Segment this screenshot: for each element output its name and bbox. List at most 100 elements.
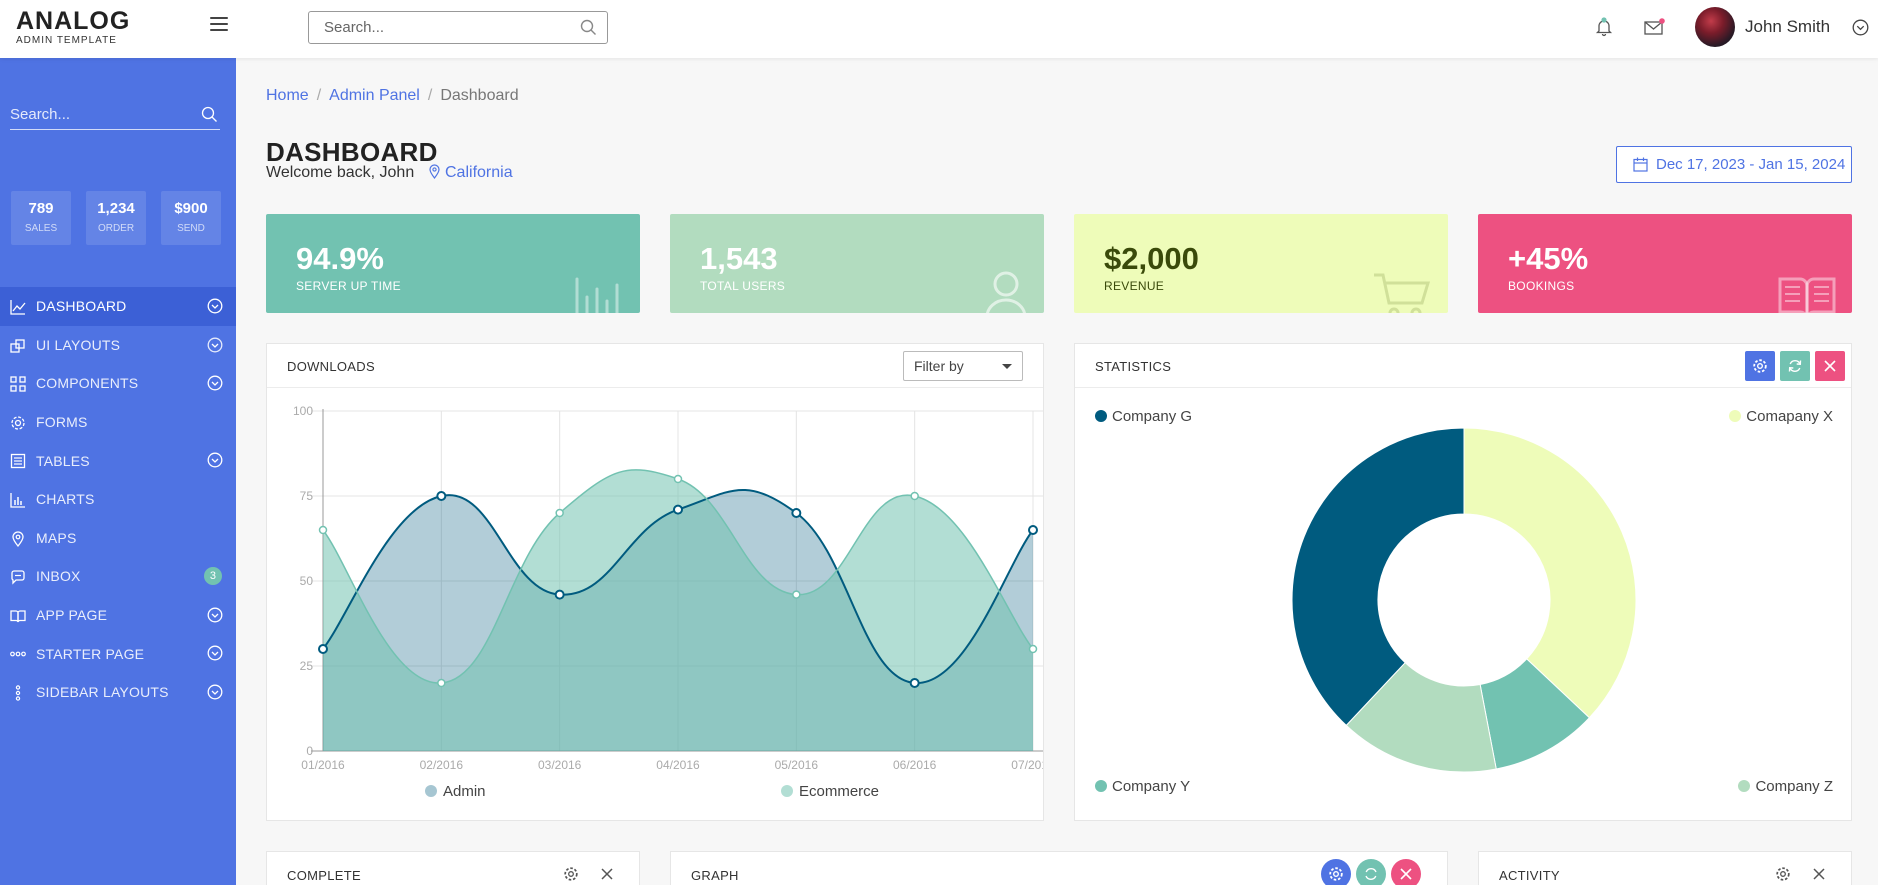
gear-icon[interactable] xyxy=(1775,866,1791,882)
sidebar-item-forms[interactable]: FORMS xyxy=(0,403,236,442)
legend-label[interactable]: Ecommerce xyxy=(799,783,879,800)
chevron-down-icon[interactable] xyxy=(207,337,223,353)
brand-logo[interactable]: ANALOG ADMIN TEMPLATE xyxy=(16,8,130,46)
location-link[interactable]: California xyxy=(428,164,513,182)
kpi-bookings[interactable]: +45% BOOKINGS xyxy=(1478,214,1852,313)
sidebar-item-sidebar-layouts[interactable]: SIDEBAR LAYOUTS xyxy=(0,673,236,712)
sidebar-item-charts[interactable]: CHARTS xyxy=(0,480,236,519)
y-tick-label: 25 xyxy=(300,659,314,673)
breadcrumb-home[interactable]: Home xyxy=(266,87,309,104)
card-header: DOWNLOADS Filter by xyxy=(267,344,1043,388)
sidebar-item-label: FORMS xyxy=(36,414,88,431)
refresh-button[interactable] xyxy=(1780,351,1810,381)
close-icon xyxy=(1824,360,1836,372)
data-point-ecommerce[interactable] xyxy=(792,590,801,599)
legend-label[interactable]: Admin xyxy=(443,783,486,800)
chevron-down-icon[interactable] xyxy=(207,607,223,623)
kpi-label: SERVER UP TIME xyxy=(296,279,401,293)
sidebar-item-maps[interactable]: MAPS xyxy=(0,519,236,558)
gear-icon xyxy=(11,416,25,430)
sidebar-item-label: UI LAYOUTS xyxy=(36,336,121,353)
close-icon[interactable] xyxy=(1813,868,1825,880)
data-point-admin[interactable] xyxy=(791,508,802,518)
sidebar-item-label: TABLES xyxy=(36,452,90,469)
header-search xyxy=(308,11,608,44)
sidebar-stats: 789 SALES 1,234 ORDER $900 SEND xyxy=(11,191,221,245)
data-point-admin[interactable] xyxy=(673,504,683,515)
filter-by-select[interactable]: Filter by xyxy=(903,351,1023,381)
statistics-card: STATISTICS Company G Comapany X Company … xyxy=(1074,343,1852,821)
legend-swatch xyxy=(425,785,437,797)
sidebar-item-label: COMPONENTS xyxy=(36,375,139,392)
data-point-admin[interactable] xyxy=(909,678,920,688)
gear-icon[interactable] xyxy=(563,866,579,882)
sidebar-item-app-page[interactable]: APP PAGE xyxy=(0,596,236,635)
data-point-admin[interactable] xyxy=(554,589,565,600)
chevron-down-icon[interactable] xyxy=(207,684,223,700)
data-point-admin[interactable] xyxy=(436,491,447,501)
data-point-ecommerce[interactable] xyxy=(555,508,564,518)
stat-value: $900 xyxy=(174,200,208,217)
kpi-total-users[interactable]: 1,543 TOTAL USERS xyxy=(670,214,1044,313)
notification-bell-icon[interactable] xyxy=(1594,17,1614,42)
location-label: California xyxy=(445,164,513,181)
chevron-down-icon[interactable] xyxy=(207,645,223,661)
settings-button[interactable] xyxy=(1745,351,1775,381)
date-range-picker[interactable]: Dec 17, 2023 - Jan 15, 2024 xyxy=(1616,146,1852,183)
donut-slice-comapany-x[interactable] xyxy=(1463,427,1637,719)
data-point-ecommerce[interactable] xyxy=(318,525,328,535)
data-point-admin[interactable] xyxy=(1028,525,1038,535)
messages-mail-icon[interactable] xyxy=(1644,18,1666,41)
stat-label: ORDER xyxy=(97,223,135,234)
data-point-ecommerce[interactable] xyxy=(910,491,919,501)
sidebar-item-tables[interactable]: TABLES xyxy=(0,441,236,480)
search-icon[interactable] xyxy=(201,106,218,128)
x-tick-label: 04/2016 xyxy=(656,758,700,772)
kpi-label: TOTAL USERS xyxy=(700,279,786,293)
kpi-revenue[interactable]: $2,000 REVENUE xyxy=(1074,214,1448,313)
close-button[interactable] xyxy=(1391,859,1421,885)
donut-slice-company-g[interactable] xyxy=(1291,427,1465,727)
table-icon xyxy=(10,454,26,469)
chevron-down-icon[interactable] xyxy=(207,452,223,468)
bar-chart-icon xyxy=(10,492,25,508)
sidebar-item-dashboard[interactable]: DASHBOARD xyxy=(0,287,236,326)
sidebar-item-label: SIDEBAR LAYOUTS xyxy=(36,684,169,701)
sidebar-item-starter-page[interactable]: STARTER PAGE xyxy=(0,634,236,673)
legend-swatch xyxy=(1095,780,1107,792)
refresh-button[interactable] xyxy=(1356,859,1386,885)
menu-toggle-icon[interactable] xyxy=(210,17,228,33)
settings-button[interactable] xyxy=(1321,859,1351,885)
data-point-ecommerce[interactable] xyxy=(1028,644,1038,654)
sidebar-item-components[interactable]: COMPONENTS xyxy=(0,364,236,403)
sidebar-search-input[interactable] xyxy=(10,100,190,128)
grid-icon xyxy=(10,376,26,392)
breadcrumb-admin-panel[interactable]: Admin Panel xyxy=(329,87,420,104)
date-range-label: Dec 17, 2023 - Jan 15, 2024 xyxy=(1656,156,1846,173)
sidebar-search xyxy=(10,100,220,130)
user-name[interactable]: John Smith xyxy=(1745,17,1830,37)
sidebar: 789 SALES 1,234 ORDER $900 SEND DASHBOAR… xyxy=(0,58,236,885)
gear-icon xyxy=(1329,867,1343,881)
user-menu-chevron-icon[interactable] xyxy=(1852,19,1869,41)
close-icon[interactable] xyxy=(601,868,613,880)
card-header: COMPLETE xyxy=(267,852,639,885)
sidebar-item-ui-layouts[interactable]: UI LAYOUTS xyxy=(0,326,236,365)
user-avatar[interactable] xyxy=(1695,7,1735,47)
x-tick-label: 05/2016 xyxy=(775,758,819,772)
search-icon[interactable] xyxy=(580,19,597,41)
data-point-admin[interactable] xyxy=(318,644,328,654)
legend-label: Company Z xyxy=(1755,778,1833,795)
sidebar-item-inbox[interactable]: INBOX 3 xyxy=(0,557,236,596)
close-button[interactable] xyxy=(1815,351,1845,381)
stat-label: SEND xyxy=(177,223,205,234)
card-title: GRAPH xyxy=(691,868,739,883)
kpi-server-uptime[interactable]: 94.9% SERVER UP TIME xyxy=(266,214,640,313)
legend-swatch xyxy=(1729,410,1742,422)
data-point-ecommerce[interactable] xyxy=(437,678,446,688)
data-point-ecommerce[interactable] xyxy=(673,474,683,484)
breadcrumb: Home / Admin Panel / Dashboard xyxy=(266,87,519,104)
header-search-input[interactable] xyxy=(309,12,559,43)
chevron-down-icon[interactable] xyxy=(207,298,223,314)
chevron-down-icon[interactable] xyxy=(207,375,223,391)
